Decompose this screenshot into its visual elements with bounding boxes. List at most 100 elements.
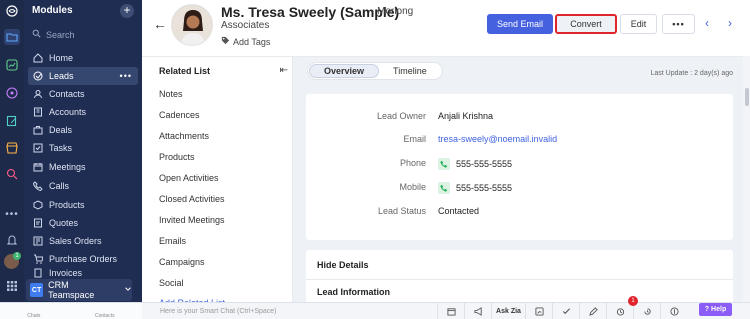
checklist-icon[interactable] bbox=[552, 303, 579, 319]
sidebar-item-label: Tasks bbox=[49, 143, 73, 153]
next-record-icon[interactable]: › bbox=[728, 16, 732, 30]
history-icon[interactable] bbox=[633, 303, 660, 319]
chart-icon[interactable] bbox=[525, 303, 552, 319]
bell-icon[interactable] bbox=[4, 232, 20, 248]
field-mobile: Mobile 555-555-5555 bbox=[306, 182, 733, 196]
search-icon bbox=[32, 29, 41, 40]
edit-icon[interactable] bbox=[579, 303, 606, 319]
sidebar-item-products[interactable]: Products bbox=[28, 196, 138, 214]
related-item-products[interactable]: Products bbox=[159, 152, 195, 162]
module-search[interactable]: Search bbox=[32, 29, 75, 40]
tab-overview[interactable]: Overview bbox=[309, 64, 380, 78]
convert-button[interactable]: Convert bbox=[555, 14, 617, 34]
alarm-notification-badge: 1 bbox=[628, 296, 638, 306]
crm-logo-icon[interactable] bbox=[4, 3, 20, 19]
folder-icon[interactable] bbox=[4, 29, 20, 45]
more-actions-button[interactable]: ••• bbox=[662, 14, 695, 34]
more-apps-icon[interactable]: ••• bbox=[4, 206, 20, 222]
sidebar-item-home[interactable]: Home bbox=[28, 49, 138, 67]
email-link[interactable]: tresa-sweely@noemail.invalid bbox=[438, 134, 557, 144]
help-button[interactable]: ? Help bbox=[699, 303, 732, 316]
analytics-icon[interactable] bbox=[4, 57, 20, 73]
edit-document-icon[interactable] bbox=[4, 113, 20, 129]
alarm-icon[interactable] bbox=[606, 303, 633, 319]
divider bbox=[306, 279, 733, 280]
related-item-notes[interactable]: Notes bbox=[159, 89, 183, 99]
sidebar-item-deals[interactable]: Deals bbox=[28, 121, 138, 139]
chats-tab[interactable]: Chats bbox=[27, 313, 40, 319]
related-item-closed-activities[interactable]: Closed Activities bbox=[159, 194, 225, 204]
field-value[interactable]: Anjali Krishna bbox=[438, 111, 493, 121]
sidebar-item-calls[interactable]: Calls bbox=[28, 177, 138, 195]
meetings-icon bbox=[33, 162, 43, 172]
phone-icon[interactable] bbox=[438, 158, 450, 170]
edit-button[interactable]: Edit bbox=[620, 14, 657, 34]
add-tags-label: Add Tags bbox=[233, 36, 271, 47]
store-icon[interactable] bbox=[4, 140, 20, 156]
lead-status-value: Contacted bbox=[438, 206, 480, 216]
details-card: Hide Details Lead Information bbox=[306, 250, 733, 303]
sidebar-item-tasks[interactable]: Tasks bbox=[28, 139, 138, 157]
sidebar-item-sales-orders[interactable]: Sales Orders bbox=[28, 232, 138, 250]
sidebar-item-purchase-orders[interactable]: Purchase Orders bbox=[28, 250, 138, 268]
related-item-invited-meetings[interactable]: Invited Meetings bbox=[159, 215, 225, 225]
sidebar-item-label: Contacts bbox=[49, 89, 85, 99]
sidebar-item-label: Accounts bbox=[49, 107, 87, 117]
related-item-campaigns[interactable]: Campaigns bbox=[159, 257, 205, 267]
sidebar-item-label: Purchase Orders bbox=[49, 254, 118, 264]
search-placeholder: Search bbox=[46, 29, 75, 40]
sidebar-item-meetings[interactable]: Meetings bbox=[28, 158, 138, 176]
sidebar-item-contacts[interactable]: Contacts bbox=[28, 85, 138, 103]
back-arrow-icon[interactable]: ← bbox=[153, 16, 167, 32]
sidebar-item-label: Invoices bbox=[49, 268, 83, 278]
field-label: Mobile bbox=[399, 182, 426, 192]
sidebar-item-quotes[interactable]: Quotes bbox=[28, 214, 138, 232]
send-email-button[interactable]: Send Email bbox=[487, 14, 553, 34]
sales-orders-icon bbox=[33, 236, 43, 246]
tab-timeline[interactable]: Timeline bbox=[379, 64, 441, 78]
mobile-value-group[interactable]: 555-555-5555 bbox=[438, 182, 512, 194]
currency-icon[interactable] bbox=[660, 303, 687, 319]
phone-value-group[interactable]: 555-555-5555 bbox=[438, 158, 512, 170]
leads-icon bbox=[33, 71, 43, 81]
related-item-social[interactable]: Social bbox=[159, 278, 184, 288]
contacts-tab[interactable]: Contacts bbox=[95, 313, 115, 319]
products-icon bbox=[33, 200, 43, 210]
related-item-cadences[interactable]: Cadences bbox=[159, 110, 200, 120]
more-options-icon[interactable]: ••• bbox=[120, 71, 132, 81]
sidebar-item-leads[interactable]: Leads ••• bbox=[28, 67, 138, 85]
megaphone-icon[interactable] bbox=[464, 303, 491, 319]
hide-details-toggle[interactable]: Hide Details bbox=[317, 260, 369, 270]
smart-chat-input[interactable]: Here is your Smart Chat (Ctrl+Space) bbox=[160, 308, 277, 315]
scrollbar-thumb[interactable] bbox=[745, 88, 749, 106]
help-label: Help bbox=[711, 306, 727, 313]
phone-icon[interactable] bbox=[438, 182, 450, 194]
deals-icon bbox=[33, 125, 43, 135]
teamspace-label: CRM Teamspace bbox=[48, 280, 95, 300]
field-value[interactable]: Contacted bbox=[438, 206, 479, 216]
last-update-text: Last Update : 2 day(s) ago bbox=[650, 70, 734, 77]
related-item-emails[interactable]: Emails bbox=[159, 236, 186, 246]
invoices-icon bbox=[33, 268, 43, 278]
add-tags-button[interactable]: Add Tags bbox=[221, 36, 270, 47]
related-list-title: Related List bbox=[159, 66, 211, 76]
grid-apps-icon[interactable] bbox=[4, 278, 20, 294]
ask-zia-button[interactable]: Ask Zia bbox=[491, 303, 525, 319]
related-item-open-activities[interactable]: Open Activities bbox=[159, 173, 219, 183]
teamspace-badge: CT bbox=[30, 283, 44, 297]
lead-information-heading: Lead Information bbox=[317, 287, 391, 297]
bottom-left-tabs: Chats Contacts bbox=[0, 303, 142, 319]
sidebar-item-accounts[interactable]: Accounts bbox=[28, 103, 138, 121]
sidebar-item-invoices[interactable]: Invoices bbox=[28, 268, 138, 278]
search-circle-icon[interactable] bbox=[4, 166, 20, 182]
related-item-attachments[interactable]: Attachments bbox=[159, 131, 209, 141]
activity-icon[interactable] bbox=[4, 85, 20, 101]
modules-title: Modules bbox=[32, 5, 73, 16]
previous-record-icon[interactable]: ‹ bbox=[705, 16, 709, 30]
teamspace-selector[interactable]: CT CRM Teamspace bbox=[26, 279, 132, 301]
help-icon: ? bbox=[704, 306, 710, 313]
add-module-button[interactable]: + bbox=[120, 4, 134, 18]
calendar-icon[interactable] bbox=[437, 303, 464, 319]
lead-photo bbox=[171, 4, 213, 46]
collapse-panel-icon[interactable]: ⇤ bbox=[280, 65, 288, 76]
